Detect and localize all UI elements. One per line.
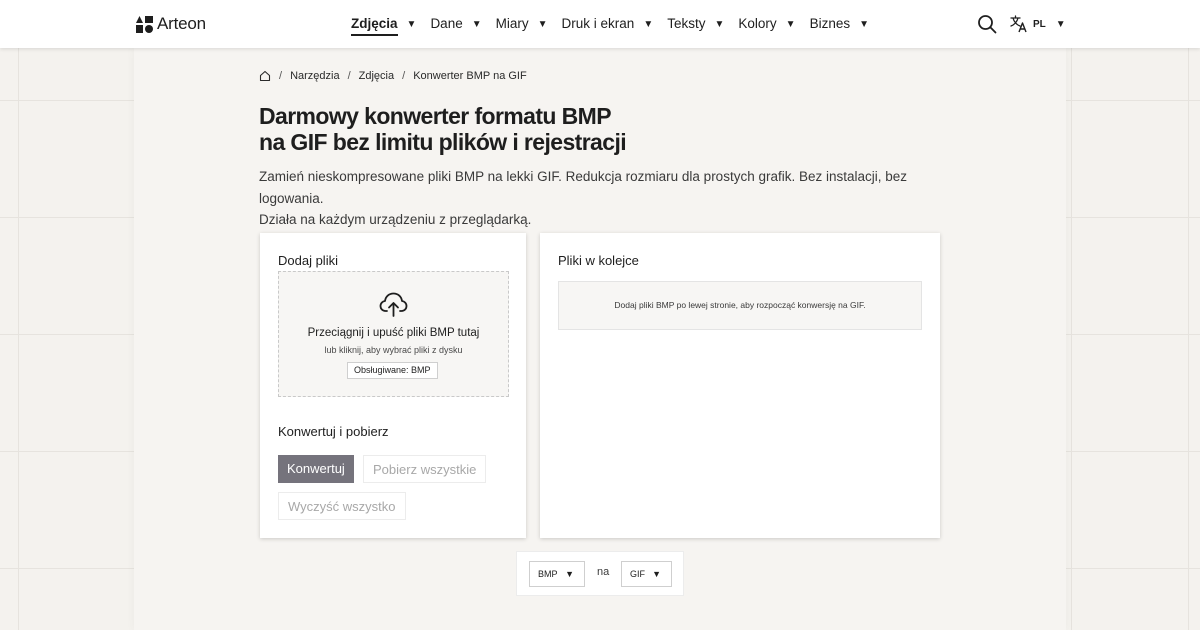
logo[interactable]: Arteon	[136, 14, 206, 34]
breadcrumb-link-narzedzia[interactable]: Narzędzia	[290, 70, 340, 82]
format-selector-bar: BMP ▼ na GIF ▼	[516, 551, 684, 596]
queue-card: Pliki w kolejce Dodaj pliki BMP po lewej…	[540, 233, 940, 538]
queue-empty-message: Dodaj pliki BMP po lewej stronie, aby ro…	[558, 281, 922, 330]
breadcrumb-current: Konwerter BMP na GIF	[413, 70, 527, 82]
search-icon[interactable]	[976, 13, 998, 35]
logo-mark-icon	[136, 15, 153, 33]
caret-down-icon: ▼	[714, 18, 725, 30]
breadcrumb-separator: /	[347, 70, 351, 82]
top-header: Arteon Zdjęcia ▼ Dane ▼ Miary ▼ Druk i e…	[0, 0, 1200, 48]
caret-down-icon: ▼	[406, 18, 417, 30]
page-title: Darmowy konwerter formatu BMP na GIF bez…	[259, 103, 779, 155]
format-connector: na	[597, 566, 610, 578]
home-icon[interactable]	[259, 70, 271, 82]
nav-item-label: Dane	[430, 16, 463, 31]
caret-down-icon: ▼	[471, 18, 482, 30]
caret-down-icon: ▼	[565, 569, 574, 579]
nav-item-miary[interactable]: Miary ▼	[496, 0, 548, 48]
nav-item-label: Zdjęcia	[351, 16, 398, 36]
source-format-value: BMP	[538, 569, 558, 579]
caret-down-icon: ▼	[537, 18, 548, 30]
nav-item-biznes[interactable]: Biznes ▼	[810, 0, 869, 48]
clear-all-button[interactable]: Wyczyść wszystko	[278, 492, 406, 520]
dropzone-sub-text: lub kliknij, aby wybrać pliki z dysku	[324, 345, 463, 355]
page-title-line-2: na GIF bez limitu plików i rejestracji	[259, 129, 627, 155]
page-title-line-1: Darmowy konwerter formatu BMP	[259, 103, 612, 129]
caret-down-icon: ▼	[1055, 18, 1066, 30]
language-selector[interactable]: PL ▼	[1010, 14, 1066, 34]
actions-heading: Konwertuj i pobierz	[278, 424, 389, 439]
nav-item-dane[interactable]: Dane ▼	[430, 0, 481, 48]
main-nav: Zdjęcia ▼ Dane ▼ Miary ▼ Druk i ekran ▼ …	[351, 0, 883, 48]
caret-down-icon: ▼	[652, 569, 661, 579]
nav-item-teksty[interactable]: Teksty ▼	[667, 0, 724, 48]
file-dropzone[interactable]: Przeciągnij i upuść pliki BMP tutaj lub …	[278, 271, 509, 397]
caret-down-icon: ▼	[859, 18, 869, 30]
supported-formats-badge: Obsługiwane: BMP	[347, 362, 438, 379]
nav-item-label: Biznes	[809, 16, 851, 31]
breadcrumb-link-zdjecia[interactable]: Zdjęcia	[359, 70, 394, 82]
breadcrumb-separator: /	[279, 70, 283, 82]
nav-item-label: Druk i ekran	[561, 16, 635, 31]
caret-down-icon: ▼	[643, 18, 654, 30]
queue-heading: Pliki w kolejce	[558, 253, 639, 268]
upload-heading: Dodaj pliki	[278, 253, 338, 268]
upload-card: Dodaj pliki Przeciągnij i upuść pliki BM…	[260, 233, 526, 538]
page-subtitle: Zamień nieskompresowane pliki BMP na lek…	[259, 166, 949, 231]
nav-item-kolory[interactable]: Kolory ▼	[738, 0, 795, 48]
language-code: PL	[1033, 18, 1046, 30]
nav-item-druk-i-ekran[interactable]: Druk i ekran ▼	[562, 0, 654, 48]
subtitle-line-1: Zamień nieskompresowane pliki BMP na lek…	[259, 169, 908, 206]
source-format-select[interactable]: BMP ▼	[529, 561, 585, 587]
breadcrumb-separator: /	[402, 70, 406, 82]
target-format-select[interactable]: GIF ▼	[621, 561, 672, 587]
cloud-upload-icon	[379, 292, 408, 317]
subtitle-line-2: Działa na każdym urządzeniu z przeglądar…	[259, 212, 532, 227]
download-all-button[interactable]: Pobierz wszystkie	[363, 455, 487, 483]
breadcrumb: / Narzędzia / Zdjęcia / Konwerter BMP na…	[259, 68, 527, 84]
target-format-value: GIF	[630, 569, 645, 579]
translate-icon	[1010, 15, 1027, 33]
nav-item-label: Kolory	[738, 16, 777, 31]
nav-item-label: Teksty	[667, 16, 706, 31]
nav-item-label: Miary	[495, 16, 529, 31]
dropzone-main-text: Przeciągnij i upuść pliki BMP tutaj	[307, 327, 480, 339]
nav-item-zdjecia[interactable]: Zdjęcia ▼	[351, 0, 416, 48]
logo-text: Arteon	[157, 14, 206, 33]
caret-down-icon: ▼	[785, 18, 796, 30]
convert-button[interactable]: Konwertuj	[278, 455, 354, 483]
